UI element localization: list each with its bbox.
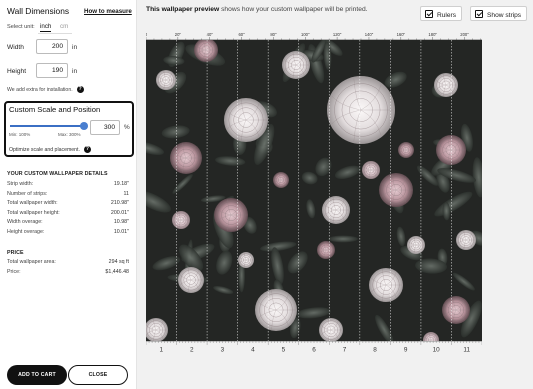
detail-label: Width overage: <box>7 219 43 226</box>
rulers-label: Rulers <box>437 12 457 19</box>
unit-tabs-divider <box>38 33 72 34</box>
scale-slider-handle[interactable] <box>80 122 88 130</box>
detail-label: Total wallpaper height: <box>7 209 60 216</box>
scale-slider[interactable] <box>10 122 88 130</box>
scale-max-label: Max: 300% <box>58 132 81 137</box>
detail-row: Strip width: 19.18" <box>7 181 129 187</box>
detail-row: Total wallpaper height: 200.01" <box>7 210 129 216</box>
strip-number: 6 <box>312 347 316 354</box>
show-strips-toggle[interactable]: Show strips <box>470 6 528 21</box>
width-label: Width <box>7 44 24 51</box>
detail-value: 210.98" <box>110 200 129 207</box>
detail-value: 11 <box>123 190 130 197</box>
price-label: Price: <box>7 268 21 275</box>
left-panel: Wall Dimensions How to measure Select un… <box>0 0 137 389</box>
detail-value: 19.18" <box>113 181 129 187</box>
rulers-toggle[interactable]: Rulers <box>420 6 463 21</box>
price-row: Price: $1,446.48 <box>7 269 129 275</box>
detail-row: Height overage: 10.01" <box>7 229 129 235</box>
how-to-measure-link[interactable]: How to measure <box>84 8 132 15</box>
optimize-note-text: Optimize scale and placement. <box>9 146 80 153</box>
preview-description-text: shows how your custom wallpaper will be … <box>219 6 368 13</box>
strip-number: 7 <box>343 347 347 354</box>
preview-description: This wallpaper preview shows how your cu… <box>146 5 411 14</box>
strip-number: 1 <box>159 347 163 354</box>
unit-tab-cm[interactable]: cm <box>60 23 68 30</box>
scale-title: Custom Scale and Position <box>9 105 101 114</box>
strips-label: Show strips <box>487 12 522 19</box>
detail-label: Total wallpaper width: <box>7 200 58 207</box>
panel-title: Wall Dimensions <box>7 6 70 16</box>
top-ruler: 020"40"60"80"100"120"140"160"180"200" <box>146 32 482 40</box>
width-input[interactable]: 200 <box>36 39 68 54</box>
ruler-tick-label: 40" <box>207 32 214 37</box>
detail-row: Width overage: 10.98" <box>7 219 129 225</box>
scale-min-label: Min: 100% <box>9 132 31 137</box>
width-unit: in <box>72 44 78 51</box>
preview-description-bold: This wallpaper preview <box>146 6 220 13</box>
strip-number: 3 <box>221 347 225 354</box>
ruler-tick-label: 120" <box>333 32 342 37</box>
height-input[interactable]: 190 <box>36 63 68 78</box>
strip-number: 5 <box>282 347 286 354</box>
wallpaper-preview <box>146 40 482 341</box>
price-label: Total wallpaper area: <box>7 259 56 265</box>
unit-tab-inch[interactable]: inch <box>40 23 52 32</box>
info-icon[interactable]: ? <box>76 86 84 93</box>
ruler-tick-label: 20" <box>175 32 182 37</box>
ruler-tick-label: 160" <box>397 32 406 37</box>
percent-suffix: % <box>124 124 130 131</box>
ruler-tick-label: 200" <box>460 32 469 37</box>
strip-number-ruler: 1 2 3 4 5 6 7 8 9 10 11 <box>146 341 482 353</box>
details-heading: YOUR CUSTOM WALLPAPER DETAILS <box>7 171 108 177</box>
detail-label: Strip width: <box>7 181 34 187</box>
height-unit: in <box>72 68 78 75</box>
extra-installation-note: We add extra for installation.? <box>7 86 84 93</box>
detail-label: Number of strips: <box>7 190 48 197</box>
detail-row: Number of strips: 11 <box>7 191 129 197</box>
detail-row: Total wallpaper width: 210.98" <box>7 200 129 206</box>
floral-pattern-image <box>146 40 482 341</box>
info-icon[interactable]: ? <box>83 146 91 153</box>
scale-input[interactable]: 300 <box>90 120 120 135</box>
close-button[interactable]: CLOSE <box>68 365 128 385</box>
ruler-tick-label: 60" <box>238 32 245 37</box>
scale-slider-fill <box>10 125 84 127</box>
height-label: Height <box>7 68 27 75</box>
custom-scale-panel: Custom Scale and Position Min: 100% Max:… <box>4 101 134 157</box>
detail-label: Height overage: <box>7 229 45 235</box>
strip-number: 4 <box>251 347 255 354</box>
extra-note-text: We add extra for installation. <box>7 86 73 93</box>
optimize-note: Optimize scale and placement.? <box>9 146 91 153</box>
select-unit-label: Select unit: <box>7 24 35 30</box>
preview-area: This wallpaper preview shows how your cu… <box>137 0 533 389</box>
rulers-checkbox[interactable] <box>425 10 433 18</box>
ruler-tick-label: 80" <box>270 32 277 37</box>
ruler-tick-label: 180" <box>428 32 437 37</box>
strip-number: 9 <box>404 347 408 354</box>
price-value: 294 sq ft <box>108 259 129 265</box>
ruler-tick-label: 140" <box>365 32 374 37</box>
price-value: $1,446.48 <box>105 268 129 275</box>
strip-number: 10 <box>433 347 441 354</box>
strip-number: 2 <box>190 347 194 354</box>
price-row: Total wallpaper area: 294 sq ft <box>7 259 129 265</box>
ruler-tick-label: 100" <box>301 32 310 37</box>
strip-number: 11 <box>463 347 470 354</box>
strips-checkbox[interactable] <box>475 10 483 18</box>
detail-value: 10.01" <box>113 229 129 235</box>
add-to-cart-button[interactable]: ADD TO CART <box>7 365 67 385</box>
detail-value: 200.01" <box>110 209 129 216</box>
price-heading: PRICE <box>7 250 24 256</box>
strip-number: 8 <box>373 347 377 354</box>
detail-value: 10.98" <box>113 219 129 226</box>
